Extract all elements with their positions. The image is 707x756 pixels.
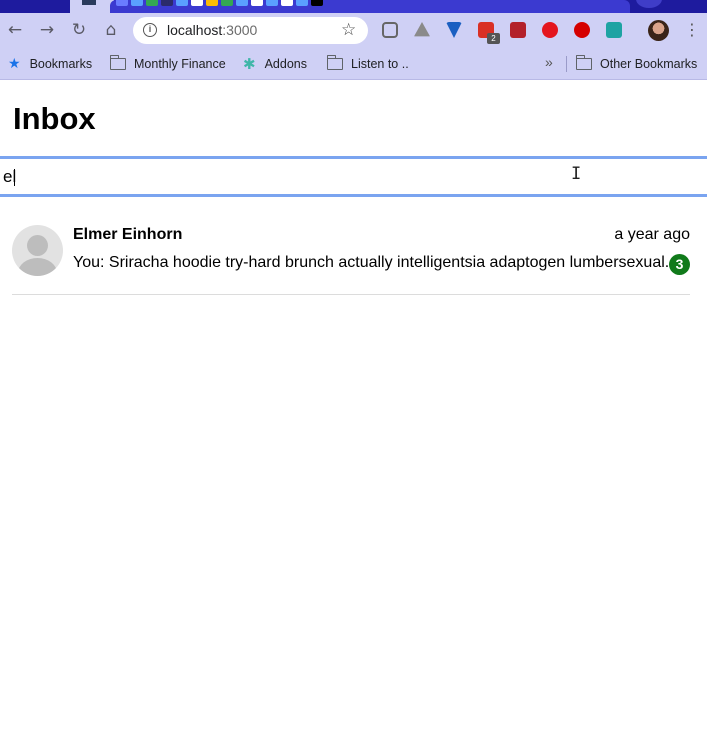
avatar-body (18, 258, 57, 276)
tab-favicon-icon[interactable] (206, 0, 218, 6)
bookmarks-bar: ★ Bookmarks Monthly Finance ✱ Addons Lis… (0, 48, 707, 80)
star-icon: ★ (8, 56, 21, 72)
tab-favicon-icon[interactable] (311, 0, 323, 6)
forward-arrow-icon[interactable]: → (36, 18, 58, 42)
unread-badge: 3 (669, 254, 690, 275)
pocket-icon[interactable] (382, 22, 398, 38)
bookmark-star-icon[interactable]: ☆ (341, 20, 356, 40)
puzzle-icon: ✱ (243, 55, 256, 73)
new-tab-button[interactable] (636, 0, 662, 8)
bookmark-label: Other Bookmarks (600, 57, 698, 71)
active-tab[interactable] (70, 0, 114, 13)
bookmarks-divider (566, 56, 567, 72)
bookmark-label: Listen to .. (351, 57, 409, 71)
tab-favicon-icon[interactable] (266, 0, 278, 6)
page-title: Inbox (13, 101, 96, 136)
message-preview: You: Sriracha hoodie try-hard brunch act… (73, 254, 670, 271)
bookmark-item-bookmarks[interactable]: ★ Bookmarks (8, 54, 92, 74)
contact-avatar (12, 225, 63, 276)
home-icon[interactable]: ⌂ (100, 18, 122, 42)
tab-favicon-icon[interactable] (146, 0, 158, 6)
extension-icon[interactable] (446, 22, 462, 38)
extension-badge: 2 (487, 33, 500, 44)
tab-favicon-icon[interactable] (281, 0, 293, 6)
profile-avatar[interactable] (648, 20, 669, 41)
ibeam-cursor-icon: I (571, 164, 582, 184)
address-bar[interactable]: i localhost:3000 ☆ (133, 17, 368, 44)
tab-favicon-icon[interactable] (116, 0, 128, 6)
browser-menu-icon[interactable]: ⋮ (684, 20, 700, 40)
bookmark-item-monthly-finance[interactable]: Monthly Finance (109, 54, 226, 74)
tab-favicon-icon[interactable] (131, 0, 143, 6)
avatar-head (27, 235, 48, 256)
tab-favicon-icon[interactable] (176, 0, 188, 6)
contact-name: Elmer Einhorn (73, 226, 183, 243)
tab-group (110, 0, 630, 13)
drive-icon[interactable] (414, 22, 430, 37)
back-arrow-icon[interactable]: ← (4, 18, 26, 42)
adblock-icon[interactable] (542, 22, 558, 38)
tab-favicon-icon[interactable] (236, 0, 248, 6)
bookmark-item-addons[interactable]: ✱ Addons (243, 54, 307, 74)
bookmarks-overflow-button[interactable]: » (545, 54, 553, 70)
search-input[interactable] (0, 159, 707, 194)
address-url: localhost:3000 (167, 22, 258, 38)
extension-icon[interactable] (510, 22, 526, 38)
tab-strip (0, 0, 707, 13)
site-info-icon[interactable]: i (143, 23, 157, 37)
folder-icon (109, 55, 126, 70)
search-field-container (0, 156, 707, 197)
extension-icon[interactable] (574, 22, 590, 38)
tab-favicon-icon (82, 0, 96, 5)
tab-favicon-icon[interactable] (251, 0, 263, 6)
tab-favicon-icon[interactable] (221, 0, 233, 6)
folder-icon (326, 55, 343, 70)
bookmark-item-other-bookmarks[interactable]: Other Bookmarks (575, 54, 698, 74)
folder-icon (575, 55, 592, 70)
tab-favicon-icon[interactable] (191, 0, 203, 6)
tab-favicon-icon[interactable] (296, 0, 308, 6)
bookmark-label: Bookmarks (29, 57, 93, 71)
message-timestamp: a year ago (614, 226, 690, 243)
bookmark-label: Monthly Finance (134, 57, 226, 71)
bookmark-label: Addons (264, 57, 307, 71)
reload-icon[interactable]: ↻ (68, 18, 90, 42)
browser-toolbar: ← → ↻ ⌂ i localhost:3000 ☆ 2 ⋮ (0, 13, 707, 48)
bookmark-item-listen-to[interactable]: Listen to .. (326, 54, 409, 74)
conversation-item[interactable]: Elmer Einhorn a year ago You: Sriracha h… (12, 222, 690, 295)
extension-icon[interactable] (606, 22, 622, 38)
text-caret (14, 169, 15, 186)
tab-favicon-icon[interactable] (161, 0, 173, 6)
